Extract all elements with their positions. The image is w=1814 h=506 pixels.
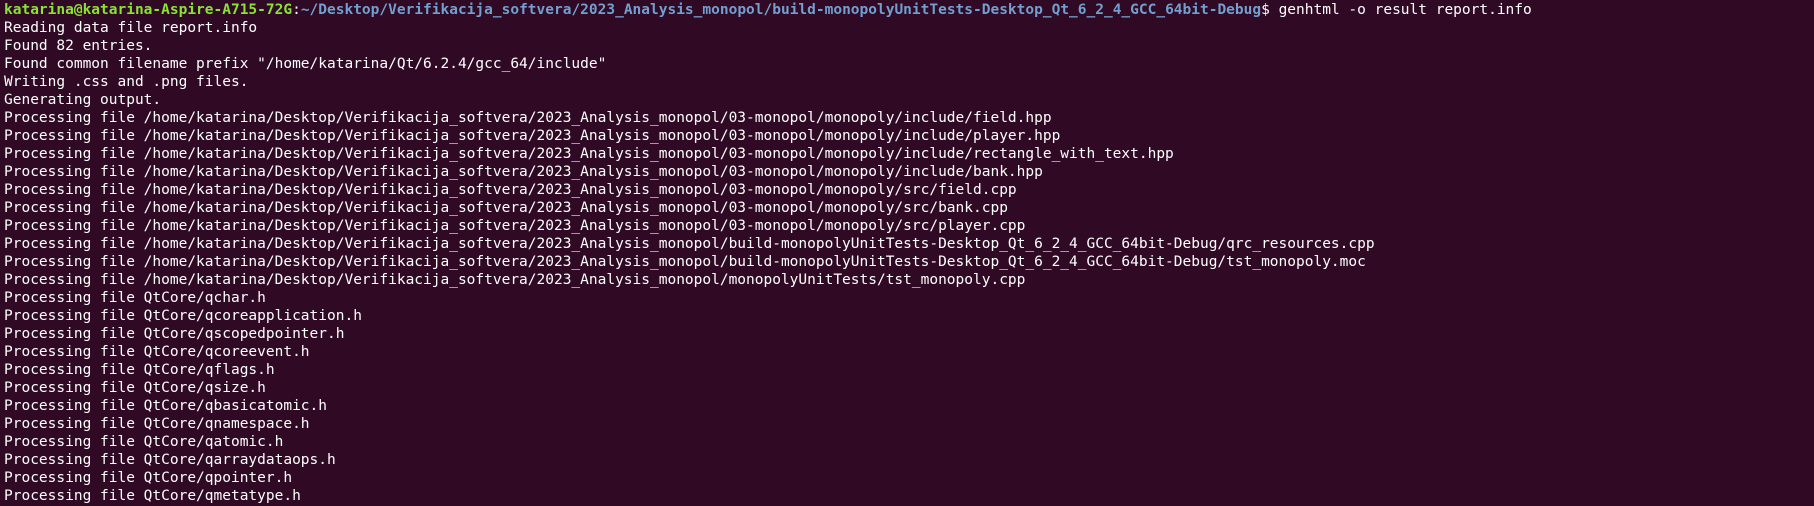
terminal-output: Reading data file report.info Found 82 en… (4, 19, 1814, 505)
output-line: Processing file QtCore/qcoreapplication.… (4, 308, 362, 324)
prompt-user-host: katarina@katarina-Aspire-A715-72G (4, 2, 293, 18)
output-line: Processing file /home/katarina/Desktop/V… (4, 110, 1052, 126)
prompt-command: genhtml -o result report.info (1278, 2, 1532, 18)
output-line: Processing file QtCore/qsize.h (4, 380, 266, 396)
output-line: Found 82 entries. (4, 38, 153, 54)
output-line: Processing file QtCore/qarraydataops.h (4, 452, 336, 468)
output-line: Found common filename prefix "/home/kata… (4, 56, 607, 72)
terminal-window[interactable]: katarina@katarina-Aspire-A715-72G:~/Desk… (0, 0, 1814, 506)
output-line: Processing file /home/katarina/Desktop/V… (4, 146, 1174, 162)
output-line: Processing file QtCore/qchar.h (4, 290, 266, 306)
output-line: Processing file /home/katarina/Desktop/V… (4, 272, 1026, 288)
output-line: Processing file /home/katarina/Desktop/V… (4, 218, 1026, 234)
output-line: Processing file QtCore/qpointer.h (4, 470, 293, 486)
output-line: Writing .css and .png files. (4, 74, 249, 90)
output-line: Processing file QtCore/qmetatype.h (4, 488, 301, 504)
output-line: Processing file /home/katarina/Desktop/V… (4, 182, 1017, 198)
prompt-path: ~/Desktop/Verifikacija_softvera/2023_Ana… (300, 2, 1262, 18)
output-line: Processing file /home/katarina/Desktop/V… (4, 200, 1008, 216)
prompt-dollar: $ (1261, 2, 1279, 18)
command-prompt-line: katarina@katarina-Aspire-A715-72G:~/Desk… (4, 1, 1814, 19)
output-line: Processing file /home/katarina/Desktop/V… (4, 254, 1366, 270)
output-line: Processing file QtCore/qatomic.h (4, 434, 284, 450)
output-line: Processing file /home/katarina/Desktop/V… (4, 236, 1375, 252)
output-line: Processing file QtCore/qflags.h (4, 362, 275, 378)
output-line: Processing file QtCore/qnamespace.h (4, 416, 310, 432)
output-line: Processing file QtCore/qscopedpointer.h (4, 326, 345, 342)
output-line: Processing file /home/katarina/Desktop/V… (4, 128, 1061, 144)
output-line: Processing file QtCore/qbasicatomic.h (4, 398, 328, 414)
prompt-colon: : (292, 2, 301, 18)
output-line: Processing file /home/katarina/Desktop/V… (4, 164, 1043, 180)
output-line: Reading data file report.info (4, 20, 258, 36)
output-line: Processing file QtCore/qcoreevent.h (4, 344, 310, 360)
output-line: Generating output. (4, 92, 162, 108)
